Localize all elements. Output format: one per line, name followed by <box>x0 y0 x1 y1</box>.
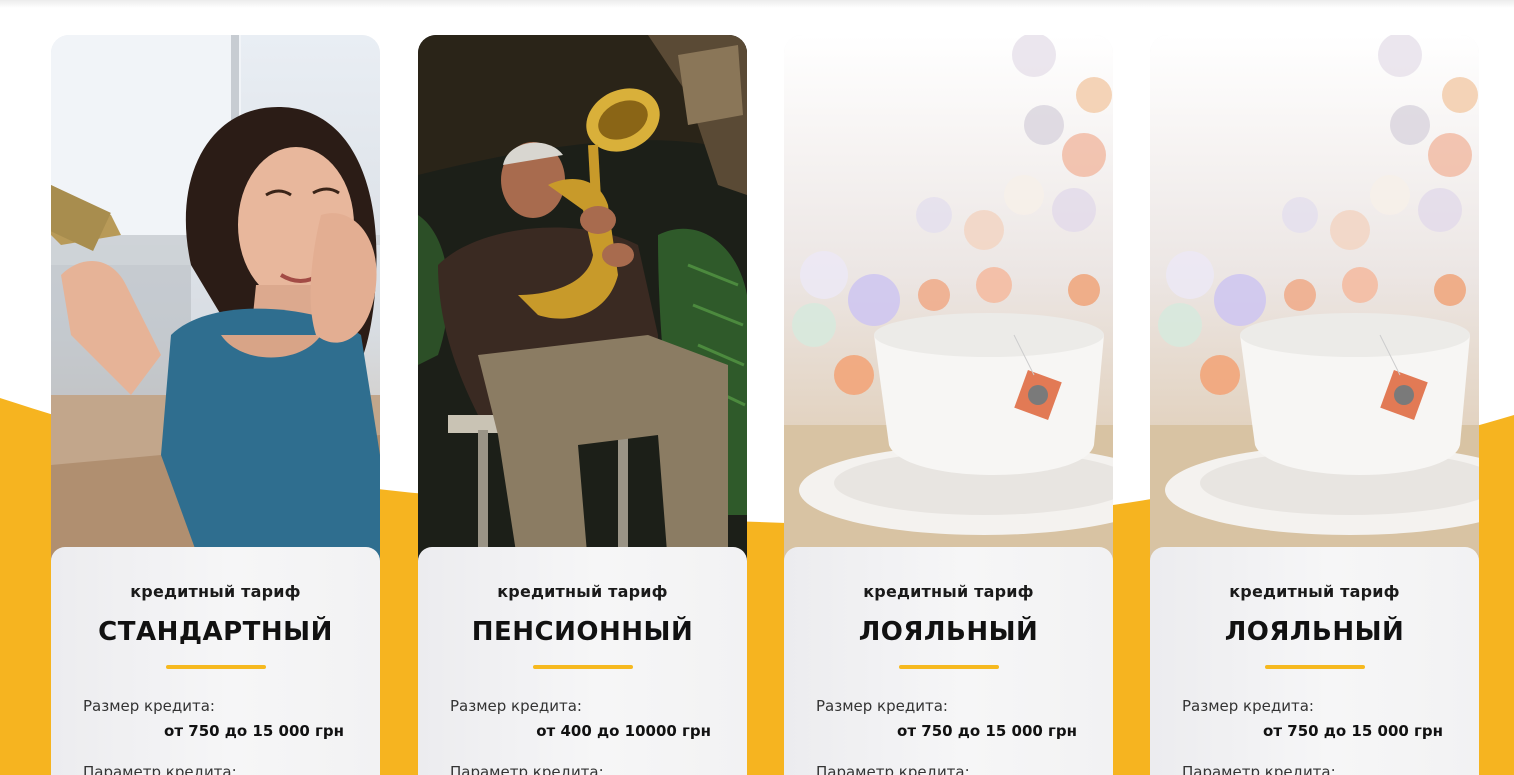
credit-size-label: Размер кредита: <box>816 697 948 715</box>
man-playing-horn-photo <box>418 35 747 565</box>
tariffs-section: кредитный тариф СТАНДАРТНЫЙ Размер креди… <box>0 0 1514 775</box>
tariff-name: СТАНДАРТНЫЙ <box>98 617 333 647</box>
tariff-info-panel: кредитный тариф ЛОЯЛЬНЫЙ Размер кредита:… <box>1150 547 1479 775</box>
tariff-underline <box>1265 665 1365 669</box>
credit-size-value: от 400 до 10000 грн <box>536 722 711 740</box>
credit-size-label: Размер кредита: <box>450 697 582 715</box>
credit-param-label: Параметр кредита: <box>450 763 604 775</box>
tea-cup-bokeh-photo <box>1150 35 1479 565</box>
tariff-info-panel: кредитный тариф СТАНДАРТНЫЙ Размер креди… <box>51 547 380 775</box>
tariff-underline <box>899 665 999 669</box>
credit-size-value: от 750 до 15 000 грн <box>897 722 1077 740</box>
tariff-underline <box>533 665 633 669</box>
credit-size-label: Размер кредита: <box>1182 697 1314 715</box>
tariff-kind-label: кредитный тариф <box>497 582 668 601</box>
woman-with-credit-card-photo <box>51 35 380 565</box>
tariff-card-loyal-2[interactable]: кредитный тариф ЛОЯЛЬНЫЙ Размер кредита:… <box>1150 35 1479 775</box>
tariff-info-panel: кредитный тариф ПЕНСИОННЫЙ Размер кредит… <box>418 547 747 775</box>
credit-param-label: Параметр кредита: <box>816 763 970 775</box>
tariff-card-standard[interactable]: кредитный тариф СТАНДАРТНЫЙ Размер креди… <box>51 35 380 775</box>
tariff-info-panel: кредитный тариф ЛОЯЛЬНЫЙ Размер кредита:… <box>784 547 1113 775</box>
tariff-underline <box>166 665 266 669</box>
tariff-name: ПЕНСИОННЫЙ <box>471 617 694 647</box>
tariff-kind-label: кредитный тариф <box>1229 582 1400 601</box>
tariff-card-pension[interactable]: кредитный тариф ПЕНСИОННЫЙ Размер кредит… <box>418 35 747 775</box>
tariff-kind-label: кредитный тариф <box>130 582 301 601</box>
credit-size-label: Размер кредита: <box>83 697 215 715</box>
credit-size-value: от 750 до 15 000 грн <box>164 722 344 740</box>
credit-param-label: Параметр кредита: <box>83 763 237 775</box>
tariff-name: ЛОЯЛЬНЫЙ <box>1224 617 1405 647</box>
tea-cup-bokeh-photo <box>784 35 1113 565</box>
credit-param-label: Параметр кредита: <box>1182 763 1336 775</box>
tariff-card-loyal[interactable]: кредитный тариф ЛОЯЛЬНЫЙ Размер кредита:… <box>784 35 1113 775</box>
tariff-kind-label: кредитный тариф <box>863 582 1034 601</box>
tariff-name: ЛОЯЛЬНЫЙ <box>858 617 1039 647</box>
credit-size-value: от 750 до 15 000 грн <box>1263 722 1443 740</box>
